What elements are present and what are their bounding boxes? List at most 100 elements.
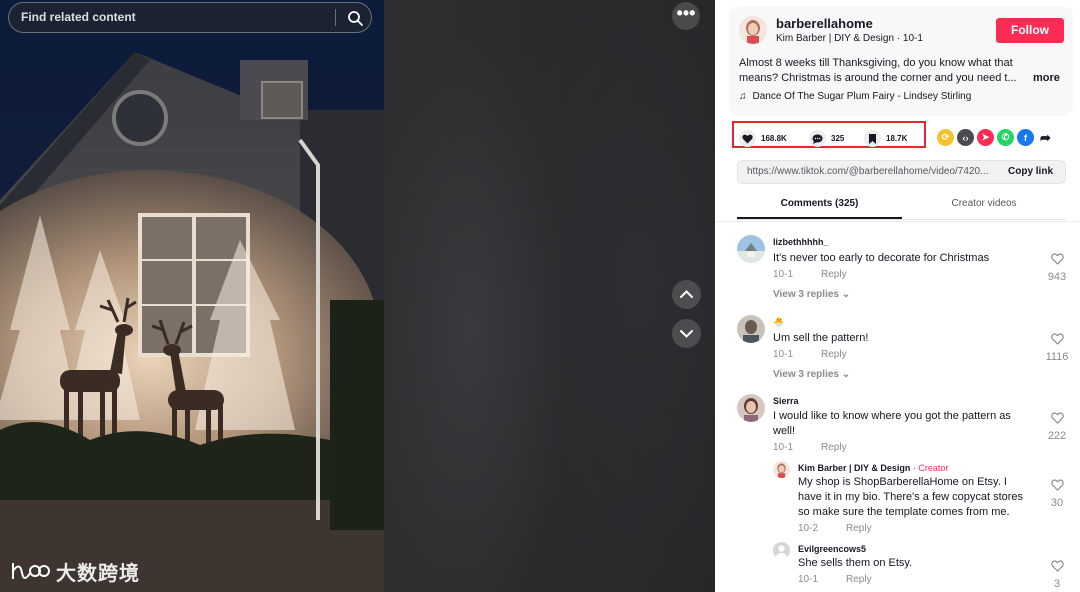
tab-creator-videos[interactable]: Creator videos	[902, 193, 1066, 219]
send-icon[interactable]: ➤	[977, 129, 994, 146]
comment-text: Um sell the pattern!	[773, 332, 869, 344]
music-icon: ♫	[739, 91, 747, 102]
reply-meta: 10-2 Reply	[798, 523, 872, 534]
creator-badge: · Creator	[910, 463, 949, 473]
reply-username[interactable]: Kim Barber | DIY & Design · Creator	[798, 463, 948, 473]
chevron-down-icon	[680, 330, 693, 338]
search-input[interactable]: Find related content	[21, 3, 331, 32]
music-link[interactable]: ♫ Dance Of The Sugar Plum Fairy - Lindse…	[739, 91, 971, 102]
watermark-text: 大数跨境	[56, 560, 140, 585]
reply-text-line-2: have it in my bio. There's a few copycat…	[798, 491, 1024, 503]
save-count: 18.7K	[886, 134, 908, 143]
previous-video-button[interactable]	[672, 280, 701, 309]
reply-username[interactable]: Evilgreencows5	[798, 544, 866, 554]
comment-like-button[interactable]: 222	[1045, 411, 1069, 442]
save-stat[interactable]: 18.7K	[864, 130, 907, 147]
post-info-card: barberellahome Kim Barber | DIY & Design…	[729, 6, 1073, 116]
comment-username[interactable]: Sierra	[773, 396, 799, 406]
comment-like-button[interactable]: 1116	[1045, 332, 1069, 363]
repost-icon[interactable]: ⟳	[937, 129, 954, 146]
next-video-button[interactable]	[672, 319, 701, 348]
share-arrow-icon[interactable]: ➦	[1037, 129, 1054, 146]
heart-outline-icon	[1050, 333, 1064, 345]
author-username[interactable]: barberellahome	[776, 16, 873, 31]
comment-like-count: 943	[1047, 271, 1067, 283]
embed-icon[interactable]: ‹›	[957, 129, 974, 146]
author-avatar[interactable]	[739, 16, 767, 44]
copy-link-bar: https://www.tiktok.com/@barberellahome/v…	[737, 160, 1066, 184]
commenter-avatar-image	[737, 235, 765, 263]
comment-stat[interactable]: 325	[809, 130, 844, 147]
commenter-avatar[interactable]	[737, 315, 765, 343]
reply-like-button[interactable]: 30	[1045, 478, 1069, 509]
like-count: 168.8K	[761, 134, 787, 143]
comment-icon	[809, 130, 826, 147]
comment-count: 325	[831, 134, 845, 143]
reply-button[interactable]: Reply	[846, 574, 872, 585]
chevron-up-icon	[680, 290, 693, 298]
video-player[interactable]	[0, 0, 384, 592]
comment-date: 10-1	[773, 269, 794, 280]
replier-avatar-image	[773, 461, 790, 478]
reply-meta: 10-1 Reply	[798, 574, 872, 585]
side-panel: barberellahome Kim Barber | DIY & Design…	[715, 0, 1080, 592]
reply-text: My shop is ShopBarberellaHome on Etsy. I…	[798, 475, 1048, 520]
comment-text-line-2: well!	[773, 425, 796, 437]
reply-like-button[interactable]: 3	[1045, 559, 1069, 590]
reply-button[interactable]: Reply	[821, 269, 847, 280]
search-icon	[348, 11, 363, 26]
replier-avatar[interactable]	[773, 461, 790, 478]
reply-text: She sells them on Etsy.	[798, 557, 913, 569]
reply-username-text: Kim Barber | DIY & Design	[798, 463, 911, 473]
view-replies-label: View 3 replies	[773, 289, 839, 300]
more-link[interactable]: more	[1033, 71, 1060, 86]
description-line-1: Almost 8 weeks till Thanksgiving, do you…	[739, 57, 1013, 69]
whatsapp-icon[interactable]: ✆	[997, 129, 1014, 146]
view-replies-button[interactable]: View 3 replies ⌄	[773, 289, 850, 300]
search-bar[interactable]: Find related content	[8, 2, 372, 33]
reply-like-count: 30	[1050, 497, 1064, 509]
comment-like-count: 222	[1047, 430, 1067, 442]
comment-username[interactable]: lizbethhhhh_	[773, 237, 829, 247]
heart-outline-icon	[1050, 412, 1064, 424]
bookmark-icon	[864, 130, 881, 147]
comment-meta: 10-1 Reply	[773, 442, 847, 453]
more-icon: •••	[676, 3, 696, 23]
follow-button[interactable]: Follow	[996, 18, 1064, 43]
video-url: https://www.tiktok.com/@barberellahome/v…	[747, 166, 989, 177]
panel-tabs: Comments (325) Creator videos	[737, 193, 1066, 220]
music-title: Dance Of The Sugar Plum Fairy - Lindsey …	[752, 91, 972, 102]
heart-icon	[739, 130, 756, 147]
watermark-logo-icon	[12, 563, 50, 579]
search-divider	[335, 9, 336, 26]
stats-highlight-box: 168.8K 325 18.7K	[732, 121, 926, 148]
comment-meta: 10-1 Reply	[773, 349, 847, 360]
reply-button[interactable]: Reply	[846, 523, 872, 534]
like-stat[interactable]: 168.8K	[739, 130, 787, 147]
view-replies-button[interactable]: View 3 replies ⌄	[773, 369, 850, 380]
reply-button[interactable]: Reply	[821, 349, 847, 360]
reply-text-line-1: My shop is ShopBarberellaHome on Etsy. I	[798, 476, 1007, 488]
comment-username[interactable]: 🐣	[773, 317, 784, 328]
commenter-avatar[interactable]	[737, 394, 765, 422]
description-line-2-text: means? Christmas is around the corner an…	[739, 72, 1017, 84]
copy-link-button[interactable]: Copy link	[1008, 161, 1053, 183]
watermark: 大数跨境	[10, 557, 140, 585]
post-description: Almost 8 weeks till Thanksgiving, do you…	[739, 56, 1063, 86]
heart-outline-icon	[1050, 253, 1064, 265]
comment-like-button[interactable]: 943	[1045, 252, 1069, 283]
tab-comments[interactable]: Comments (325)	[737, 193, 902, 219]
reply-like-count: 3	[1053, 578, 1061, 590]
more-options-button[interactable]: •••	[672, 2, 700, 30]
share-icons: ⟳ ‹› ➤ ✆ f ➦	[937, 129, 1054, 146]
replier-avatar[interactable]	[773, 542, 790, 559]
commenter-avatar[interactable]	[737, 235, 765, 263]
search-button[interactable]	[343, 6, 367, 30]
reply-button[interactable]: Reply	[821, 442, 847, 453]
facebook-icon[interactable]: f	[1017, 129, 1034, 146]
chevron-down-icon: ⌄	[841, 369, 851, 380]
comment-text: It's never too early to decorate for Chr…	[773, 252, 990, 264]
default-avatar-icon	[776, 545, 787, 559]
description-line-2: means? Christmas is around the corner an…	[739, 71, 1063, 86]
comment-text: I would like to know where you got the p…	[773, 409, 1035, 439]
